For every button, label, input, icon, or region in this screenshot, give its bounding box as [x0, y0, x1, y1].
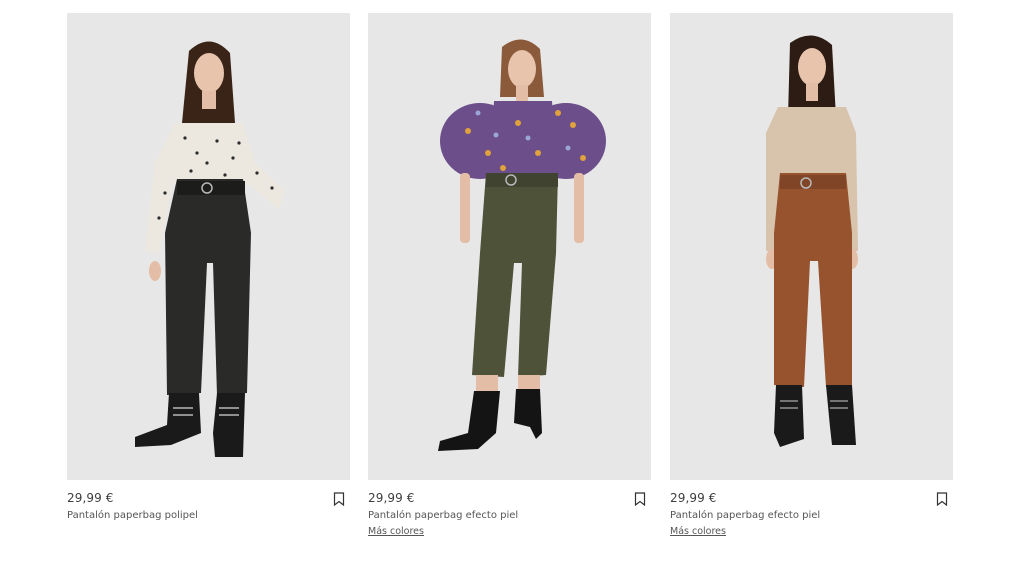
product-card[interactable]: 29,99 € Pantalón paperbag efecto piel Má…: [368, 13, 651, 550]
product-image[interactable]: [368, 13, 651, 480]
product-price: 29,99 €: [67, 491, 114, 505]
product-card[interactable]: 29,99 € Pantalón paperbag efecto piel Má…: [670, 13, 953, 550]
product-name[interactable]: Pantalón paperbag polipel: [67, 510, 198, 521]
more-colors-link[interactable]: Más colores: [368, 526, 424, 537]
product-price: 29,99 €: [368, 491, 415, 505]
product-name[interactable]: Pantalón paperbag efecto piel: [368, 510, 518, 521]
bookmark-icon[interactable]: [936, 492, 948, 506]
bookmark-icon[interactable]: [634, 492, 646, 506]
product-price: 29,99 €: [670, 491, 717, 505]
product-image[interactable]: [67, 13, 350, 480]
bookmark-icon[interactable]: [333, 492, 345, 506]
product-card[interactable]: 29,99 € Pantalón paperbag polipel: [67, 13, 350, 550]
more-colors-link[interactable]: Más colores: [670, 526, 726, 537]
product-grid: 29,99 € Pantalón paperbag polipel 29,99 …: [0, 0, 1024, 576]
product-image[interactable]: [670, 13, 953, 480]
product-name[interactable]: Pantalón paperbag efecto piel: [670, 510, 820, 521]
